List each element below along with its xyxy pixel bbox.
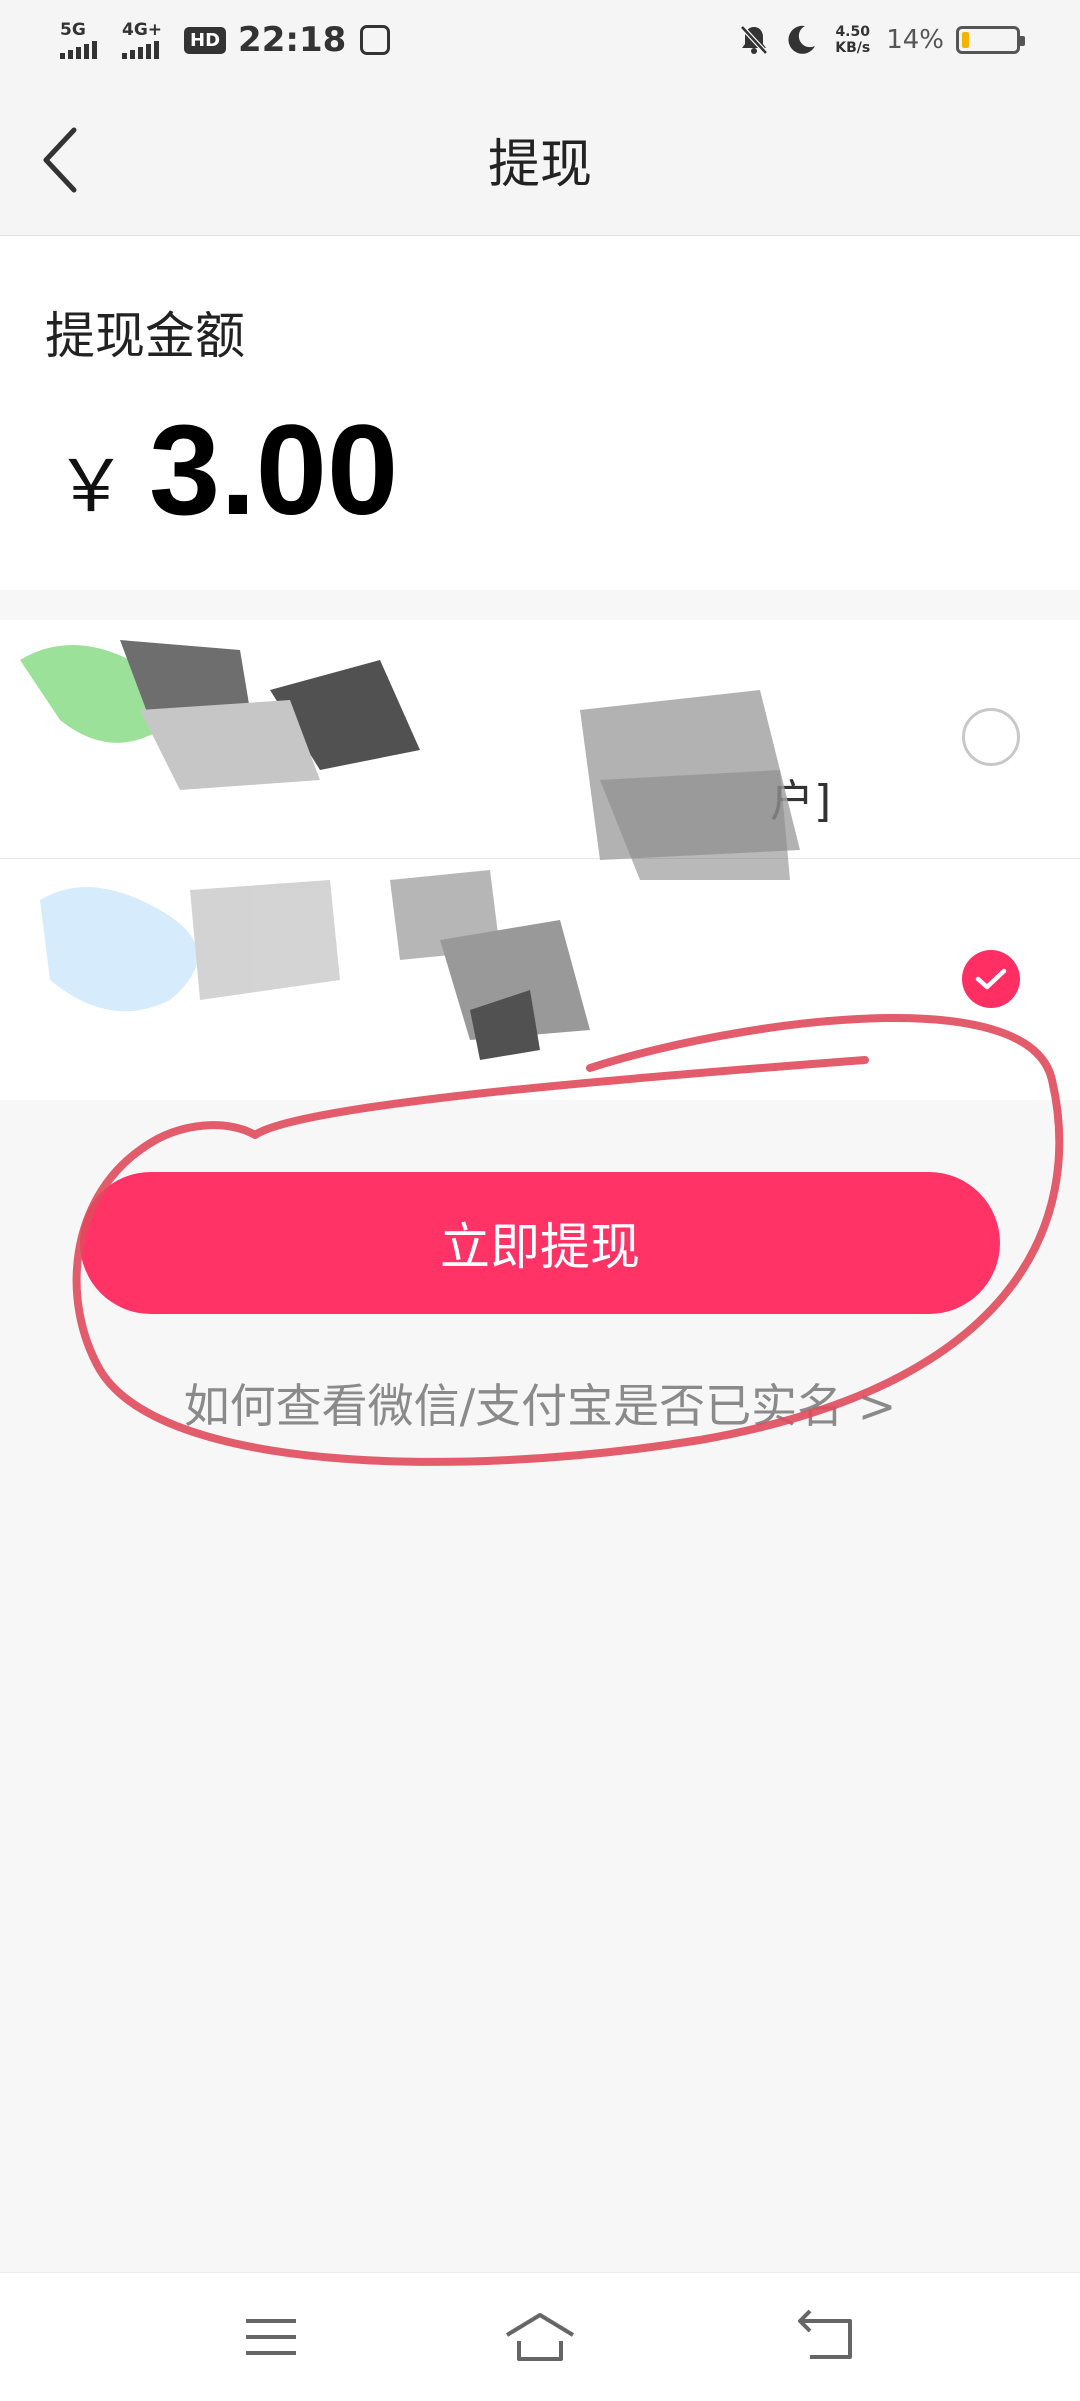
signal-label: 4G+: [122, 20, 163, 40]
menu-icon[interactable]: [236, 2307, 306, 2367]
radio-selected[interactable]: [962, 950, 1020, 1008]
status-left: 5G 4G+ HD 22:18: [60, 14, 391, 66]
clock: 22:18: [238, 20, 347, 60]
signal-4g: 4G+: [122, 21, 162, 59]
app-notification-icon: [360, 25, 391, 55]
withdraw-button[interactable]: 立即提现: [80, 1172, 1000, 1314]
signal-bars-icon: [122, 41, 162, 59]
battery-icon: [956, 26, 1025, 54]
check-icon: [975, 968, 1007, 990]
signal-bars-icon: [60, 41, 100, 59]
amount-label: 提现金额: [45, 307, 245, 365]
amount-value: 3.00: [149, 399, 399, 542]
network-speed: 4.50 KB/s: [835, 24, 870, 56]
realname-help-link[interactable]: 如何查看微信/支付宝是否已实名 >: [0, 1370, 1080, 1436]
page-title: 提现: [487, 135, 592, 195]
bell-off-icon: [740, 25, 769, 55]
payment-method-alipay[interactable]: [0, 860, 1080, 1098]
amount-row: ￥ 3.00: [55, 406, 398, 536]
battery-percent: 14%: [886, 25, 944, 55]
signal-label: 5G: [60, 20, 86, 40]
payment-method-wechat[interactable]: 户]: [0, 620, 1080, 859]
signal-5g: 5G: [60, 21, 100, 59]
home-icon[interactable]: [505, 2307, 575, 2367]
moon-icon: [788, 25, 816, 54]
battery-fill: [962, 32, 970, 48]
method-hint: 户]: [770, 776, 832, 827]
hd-voice-icon: HD: [184, 26, 227, 54]
speed-unit: KB/s: [835, 40, 871, 56]
status-right: 4.50 KB/s 14%: [737, 14, 1025, 66]
amount-card: 提现金额 ￥ 3.00: [0, 236, 1080, 590]
nav-bar: 提现: [0, 80, 1080, 236]
back-nav-icon[interactable]: [790, 2307, 860, 2367]
payment-methods: 户]: [0, 620, 1080, 1100]
status-bar: 5G 4G+ HD 22:18 4.50 KB/s 14%: [0, 0, 1080, 80]
currency-symbol: ￥: [55, 444, 128, 528]
system-nav-bar: [0, 2272, 1080, 2401]
radio-unselected[interactable]: [962, 708, 1020, 766]
speed-value: 4.50: [835, 24, 870, 40]
